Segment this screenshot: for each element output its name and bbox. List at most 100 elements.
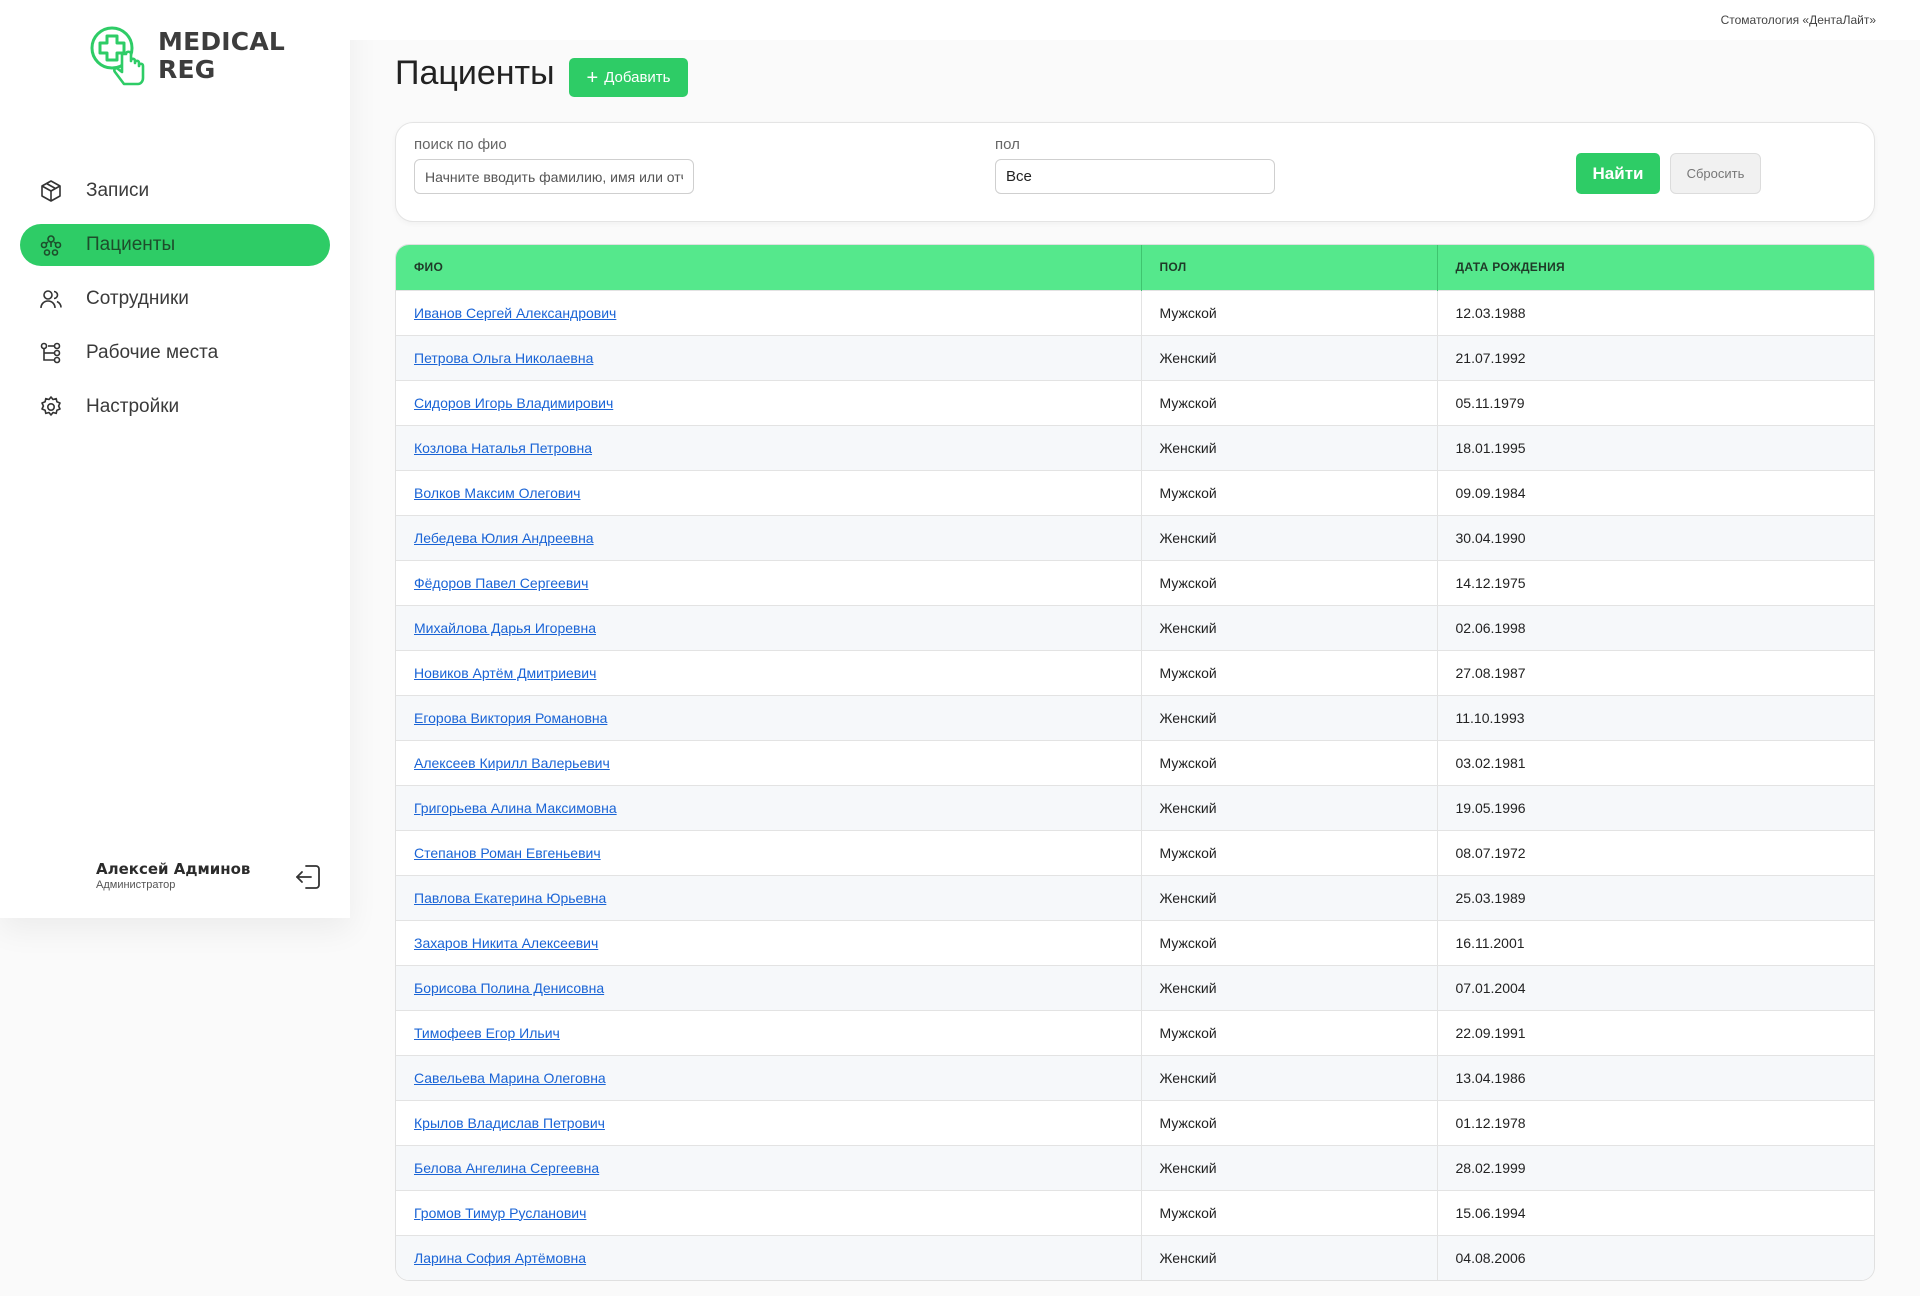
table-row[interactable]: Иванов Сергей Александрович Мужской 12.03.… bbox=[396, 290, 1874, 335]
table-row[interactable]: Тимофеев Егор Ильич Мужской 22.09.1991 bbox=[396, 1010, 1874, 1055]
patient-gender-cell: Женский bbox=[1141, 965, 1438, 1010]
medical-cross-hand-icon bbox=[90, 26, 145, 86]
patient-name-link[interactable]: Алексеев Кирилл Валерьевич bbox=[414, 755, 610, 771]
sidebar-item-records[interactable]: Записи bbox=[20, 170, 330, 212]
sidebar-item-staff[interactable]: Сотрудники bbox=[20, 278, 330, 320]
patient-birthdate-cell: 21.07.1992 bbox=[1455, 349, 1526, 366]
patient-name-link[interactable]: Егорова Виктория Романовна bbox=[414, 710, 607, 726]
gender-select[interactable]: Все bbox=[995, 159, 1275, 194]
plus-icon: + bbox=[586, 66, 599, 89]
patient-gender-cell: Мужской bbox=[1141, 740, 1438, 785]
patient-name-link[interactable]: Григорьева Алина Максимовна bbox=[414, 800, 617, 816]
table-row[interactable]: Петрова Ольга Николаевна Женский 21.07.199… bbox=[396, 335, 1874, 380]
table-row[interactable]: Григорьева Алина Максимовна Женский 19.05.… bbox=[396, 785, 1874, 830]
brand-line-2: REG bbox=[158, 55, 216, 84]
patient-birthdate-cell: 09.09.1984 bbox=[1455, 484, 1526, 501]
table-row[interactable]: Лебедева Юлия Андреевна Женский 30.04.1990 bbox=[396, 515, 1874, 560]
sidebar-item-label: Рабочие места bbox=[86, 342, 219, 363]
brand-line-1: MEDICAL bbox=[158, 27, 286, 56]
patient-name-link[interactable]: Захаров Никита Алексеевич bbox=[414, 935, 598, 951]
patient-name-cell: Григорьева Алина Максимовна bbox=[396, 785, 1142, 830]
reset-button[interactable]: Сбросить bbox=[1670, 153, 1761, 194]
patient-birthdate-cell: 18.01.1995 bbox=[1455, 439, 1526, 456]
sidebar-item-settings[interactable]: Настройки bbox=[20, 386, 330, 428]
table-row[interactable]: Крылов Владислав Петрович Мужской 01.12.19… bbox=[396, 1100, 1874, 1145]
logout-button[interactable] bbox=[294, 862, 324, 892]
table-row[interactable]: Борисова Полина Денисовна Женский 07.01.20… bbox=[396, 965, 1874, 1010]
patient-birthdate-cell: 27.08.1987 bbox=[1455, 664, 1526, 681]
patient-birthdate-cell: 11.10.1993 bbox=[1455, 709, 1525, 726]
patient-birthdate-cell: 25.03.1989 bbox=[1455, 889, 1526, 906]
patient-name-link[interactable]: Лебедева Юлия Андреевна bbox=[414, 530, 594, 546]
gear-icon bbox=[38, 394, 64, 420]
patient-name-cell: Сидоров Игорь Владимирович bbox=[396, 380, 1142, 425]
patient-name-link[interactable]: Иванов Сергей Александрович bbox=[414, 305, 616, 321]
patient-name-link[interactable]: Петрова Ольга Николаевна bbox=[414, 350, 593, 366]
gender-label: пол bbox=[995, 136, 1020, 153]
add-patient-button[interactable]: + Добавить bbox=[569, 58, 688, 97]
column-header-name[interactable]: ФИО bbox=[396, 245, 1142, 290]
patient-gender-cell: Мужской bbox=[1141, 1010, 1438, 1055]
table-row[interactable]: Павлова Екатерина Юрьевна Женский 25.03.19… bbox=[396, 875, 1874, 920]
patient-name-cell: Петрова Ольга Николаевна bbox=[396, 335, 1142, 380]
table-row[interactable]: Громов Тимур Русланович Мужской 15.06.1994 bbox=[396, 1190, 1874, 1235]
top-bar: Стоматология «ДентаЛайт» bbox=[350, 0, 1920, 40]
patient-name-cell: Михайлова Дарья Игоревна bbox=[396, 605, 1142, 650]
find-button[interactable]: Найти bbox=[1576, 153, 1660, 194]
patient-birthdate-cell: 14.12.1975 bbox=[1455, 574, 1526, 591]
patient-gender-cell: Женский bbox=[1141, 515, 1438, 560]
sidebar-item-workplaces[interactable]: Рабочие места bbox=[20, 332, 330, 374]
patient-name-link[interactable]: Козлова Наталья Петровна bbox=[414, 440, 592, 456]
table-row[interactable]: Ларина София Артёмовна Женский 04.08.2006 bbox=[396, 1235, 1874, 1280]
sidebar-item-patients[interactable]: Пациенты bbox=[20, 224, 330, 266]
patient-birthdate-cell: 05.11.1979 bbox=[1455, 394, 1525, 411]
patient-name-link[interactable]: Фёдоров Павел Сергеевич bbox=[414, 575, 588, 591]
column-header-birthdate[interactable]: ДАТА РОЖДЕНИЯ bbox=[1437, 245, 1874, 290]
patient-name-cell: Фёдоров Павел Сергеевич bbox=[396, 560, 1142, 605]
patient-gender-cell: Женский bbox=[1141, 605, 1438, 650]
table-row[interactable]: Козлова Наталья Петровна Женский 18.01.199… bbox=[396, 425, 1874, 470]
table-row[interactable]: Белова Ангелина Сергеевна Женский 28.02.19… bbox=[396, 1145, 1874, 1190]
logo[interactable]: MEDICAL REG bbox=[84, 24, 285, 88]
patient-name-link[interactable]: Сидоров Игорь Владимирович bbox=[414, 395, 613, 411]
patient-name-cell: Громов Тимур Русланович bbox=[396, 1190, 1142, 1235]
patient-name-link[interactable]: Савельева Марина Олеговна bbox=[414, 1070, 606, 1086]
table-row[interactable]: Волков Максим Олегович Мужской 09.09.1984 bbox=[396, 470, 1874, 515]
patient-birthdate-cell: 28.02.1999 bbox=[1455, 1159, 1526, 1176]
table-row[interactable]: Степанов Роман Евгеньевич Мужской 08.07.19… bbox=[396, 830, 1874, 875]
patient-name-link[interactable]: Новиков Артём Дмитриевич bbox=[414, 665, 596, 681]
table-row[interactable]: Фёдоров Павел Сергеевич Мужской 14.12.1975 bbox=[396, 560, 1874, 605]
table-row[interactable]: Михайлова Дарья Игоревна Женский 02.06.199… bbox=[396, 605, 1874, 650]
column-header-gender[interactable]: ПОЛ bbox=[1141, 245, 1438, 290]
table-row[interactable]: Захаров Никита Алексеевич Мужской 16.11.20… bbox=[396, 920, 1874, 965]
table-row[interactable]: Сидоров Игорь Владимирович Мужской 05.11.1… bbox=[396, 380, 1874, 425]
patient-name-cell: Ларина София Артёмовна bbox=[396, 1235, 1142, 1280]
box-icon bbox=[38, 178, 64, 204]
patient-name-link[interactable]: Михайлова Дарья Игоревна bbox=[414, 620, 596, 636]
table-row[interactable]: Савельева Марина Олеговна Женский 13.04.19… bbox=[396, 1055, 1874, 1100]
search-input[interactable] bbox=[414, 159, 694, 194]
table-header: ФИО ПОЛ ДАТА РОЖДЕНИЯ bbox=[396, 245, 1874, 290]
workplace-tree-icon bbox=[38, 340, 64, 366]
patient-name-link[interactable]: Тимофеев Егор Ильич bbox=[414, 1025, 560, 1041]
table-row[interactable]: Алексеев Кирилл Валерьевич Мужской 03.02.1… bbox=[396, 740, 1874, 785]
table-body: Иванов Сергей Александрович Мужской 12.03.… bbox=[396, 290, 1874, 1280]
patient-birthdate-cell: 30.04.1990 bbox=[1455, 529, 1526, 546]
table-row[interactable]: Егорова Виктория Романовна Женский 11.10.1… bbox=[396, 695, 1874, 740]
patient-name-link[interactable]: Ларина София Артёмовна bbox=[414, 1250, 586, 1266]
page-title: Пациенты bbox=[395, 54, 555, 92]
patient-name-link[interactable]: Павлова Екатерина Юрьевна bbox=[414, 890, 606, 906]
patient-name-link[interactable]: Крылов Владислав Петрович bbox=[414, 1115, 605, 1131]
patient-gender-cell: Женский bbox=[1141, 425, 1438, 470]
sidebar-item-label: Пациенты bbox=[86, 234, 176, 255]
patient-name-link[interactable]: Степанов Роман Евгеньевич bbox=[414, 845, 601, 861]
table-row[interactable]: Новиков Артём Дмитриевич Мужской 27.08.198… bbox=[396, 650, 1874, 695]
sidebar-item-label: Записи bbox=[86, 180, 150, 201]
patient-name-cell: Захаров Никита Алексеевич bbox=[396, 920, 1142, 965]
patient-birthdate-cell: 04.08.2006 bbox=[1455, 1249, 1526, 1266]
patient-name-link[interactable]: Белова Ангелина Сергеевна bbox=[414, 1160, 599, 1176]
patient-gender-cell: Мужской bbox=[1141, 920, 1438, 965]
patient-name-link[interactable]: Громов Тимур Русланович bbox=[414, 1205, 586, 1221]
patient-name-link[interactable]: Волков Максим Олегович bbox=[414, 485, 580, 501]
patient-name-link[interactable]: Борисова Полина Денисовна bbox=[414, 980, 604, 996]
